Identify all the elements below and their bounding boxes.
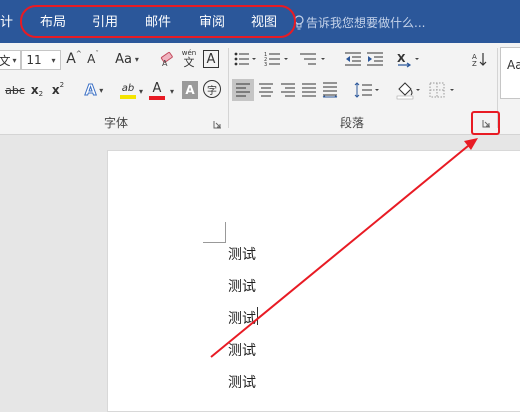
annotation-arrow xyxy=(210,138,478,358)
